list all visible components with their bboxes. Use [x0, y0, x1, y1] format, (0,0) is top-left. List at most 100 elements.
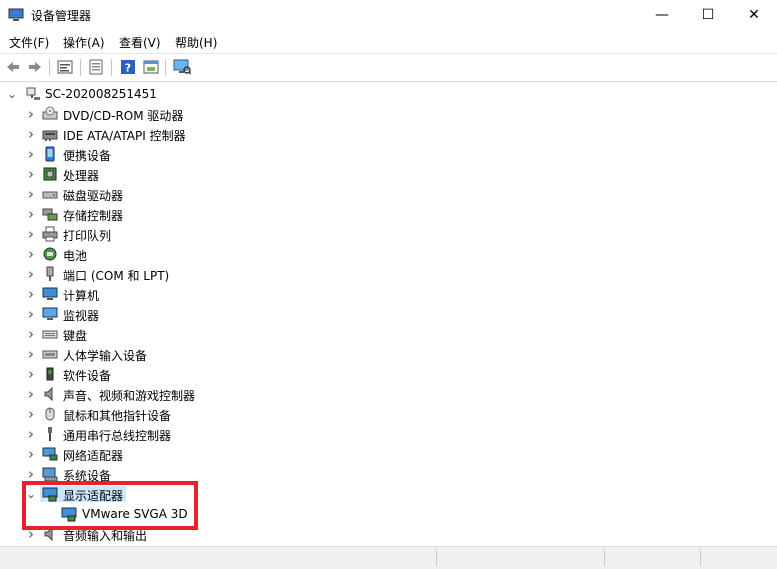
menu-action[interactable]: 操作(A) [63, 34, 105, 51]
ide-controller-icon [42, 126, 58, 142]
chevron-right-icon[interactable]: › [26, 145, 36, 163]
tree-root-label: SC-202008251451 [45, 87, 157, 101]
chevron-right-icon[interactable]: › [26, 325, 36, 343]
back-button[interactable] [3, 57, 23, 77]
help-icon: ? [121, 60, 135, 75]
properties-button[interactable] [55, 57, 75, 77]
chevron-right-icon[interactable]: › [26, 265, 36, 283]
back-arrow-icon [7, 62, 19, 72]
minimize-button[interactable]: — [639, 0, 685, 30]
processor-icon [42, 166, 58, 182]
tree-category-item[interactable]: › 鼠标和其他指针设备 [0, 404, 300, 424]
mouse-icon [42, 406, 58, 422]
tree-category-item[interactable]: › 磁盘驱动器 [0, 184, 300, 204]
tree-category-item[interactable]: › 键盘 [0, 324, 300, 344]
tree-item-label: 声音、视频和游戏控制器 [63, 389, 196, 403]
tree-item-label: 通用串行总线控制器 [63, 429, 172, 443]
tree-category-item[interactable]: › IDE ATA/ATAPI 控制器 [0, 124, 300, 144]
monitor-scan-icon [173, 59, 191, 75]
title-bar[interactable]: 设备管理器 — ☐ ✕ [0, 0, 777, 30]
tree-category-item[interactable]: › DVD/CD-ROM 驱动器 [0, 104, 300, 124]
tree-category-item[interactable]: › 计算机 [0, 284, 300, 304]
tree-item-label: 便携设备 [63, 149, 112, 163]
toolbar: ? [0, 53, 777, 82]
printer-icon [42, 226, 58, 242]
chevron-right-icon[interactable]: › [26, 305, 36, 323]
update-driver-icon [89, 59, 103, 75]
status-bar [0, 546, 777, 569]
menu-file[interactable]: 文件(F) [9, 34, 49, 51]
tree-root[interactable]: ⌄ SC-202008251451 [0, 84, 300, 104]
chevron-right-icon[interactable]: › [26, 425, 36, 443]
tree-category-item[interactable]: › 网络适配器 [0, 444, 300, 464]
chevron-right-icon[interactable]: › [26, 105, 36, 123]
usb-icon [42, 426, 58, 442]
tree-item-label: 打印队列 [63, 229, 112, 243]
chevron-right-icon[interactable]: › [26, 165, 36, 183]
forward-button[interactable] [25, 57, 45, 77]
chevron-right-icon[interactable]: › [26, 445, 36, 463]
sound-icon [42, 386, 58, 402]
menu-bar: 文件(F) 操作(A) 查看(V) 帮助(H) [0, 30, 777, 52]
svg-text:?: ? [125, 62, 131, 75]
tree-item-label: IDE ATA/ATAPI 控制器 [63, 129, 186, 143]
chevron-right-icon[interactable]: › [26, 185, 36, 203]
tree-item-label: 人体学输入设备 [63, 349, 148, 363]
tree-item-label: 软件设备 [63, 369, 112, 383]
tree-category-item[interactable]: › 监视器 [0, 304, 300, 324]
help-button[interactable]: ? [118, 57, 138, 77]
tree-category-item[interactable]: › 端口 (COM 和 LPT) [0, 264, 300, 284]
tree-item-label: 网络适配器 [63, 449, 124, 463]
chevron-right-icon[interactable]: › [26, 345, 36, 363]
battery-icon [42, 246, 58, 262]
dvd-drive-icon [42, 106, 58, 122]
tree-category-item[interactable]: › 打印队列 [0, 224, 300, 244]
tree-item-label: 端口 (COM 和 LPT) [63, 269, 170, 283]
tree-category-item[interactable]: › 便携设备 [0, 144, 300, 164]
tree-category-item[interactable]: › 人体学输入设备 [0, 344, 300, 364]
chevron-right-icon[interactable]: › [26, 285, 36, 303]
tree-item-label: 存储控制器 [63, 209, 124, 223]
forward-arrow-icon [29, 62, 41, 72]
tree-category-item[interactable]: › 声音、视频和游戏控制器 [0, 384, 300, 404]
computer-root-icon [25, 86, 41, 102]
tree-item-label: 鼠标和其他指针设备 [63, 409, 172, 423]
tree-category-item[interactable]: › 软件设备 [0, 364, 300, 384]
chevron-right-icon[interactable]: › [26, 405, 36, 423]
maximize-button[interactable]: ☐ [685, 0, 731, 30]
scan-hardware-button[interactable] [172, 57, 192, 77]
tree-item-label: 处理器 [63, 169, 100, 183]
hid-icon [42, 346, 58, 362]
tree-item-label: 键盘 [63, 329, 88, 343]
tree-item-label: DVD/CD-ROM 驱动器 [63, 109, 184, 123]
menu-help[interactable]: 帮助(H) [175, 34, 217, 51]
tree-category-item[interactable]: › 通用串行总线控制器 [0, 424, 300, 444]
tree-category-item[interactable]: › 电池 [0, 244, 300, 264]
chevron-right-icon[interactable]: › [26, 465, 36, 483]
tree-item-label: 电池 [63, 249, 88, 263]
keyboard-icon [42, 326, 58, 342]
device-manager-icon [8, 8, 24, 21]
chevron-right-icon[interactable]: › [26, 225, 36, 243]
chevron-right-icon[interactable]: › [26, 125, 36, 143]
tree-category-item[interactable]: › 存储控制器 [0, 204, 300, 224]
device-tree: ⌄ SC-202008251451 › DVD/CD-ROM 驱动器 › IDE A… [0, 81, 777, 546]
close-button[interactable]: ✕ [731, 0, 777, 30]
portable-device-icon [42, 146, 58, 162]
tree-item-label: 磁盘驱动器 [63, 189, 124, 203]
tree-item-label: 监视器 [63, 309, 100, 323]
tree-category-item[interactable]: › 处理器 [0, 164, 300, 184]
highlight-box [22, 481, 198, 530]
monitor-icon [42, 306, 58, 322]
software-device-icon [42, 366, 58, 382]
system-device-icon [42, 466, 58, 482]
chevron-right-icon[interactable]: › [26, 385, 36, 403]
chevron-right-icon[interactable]: › [26, 205, 36, 223]
update-driver-button[interactable] [86, 57, 106, 77]
chevron-down-icon[interactable]: ⌄ [7, 87, 17, 101]
chevron-right-icon[interactable]: › [26, 365, 36, 383]
chevron-right-icon[interactable]: › [26, 525, 36, 543]
chevron-right-icon[interactable]: › [26, 245, 36, 263]
menu-view[interactable]: 查看(V) [119, 34, 161, 51]
view-button[interactable] [141, 57, 161, 77]
